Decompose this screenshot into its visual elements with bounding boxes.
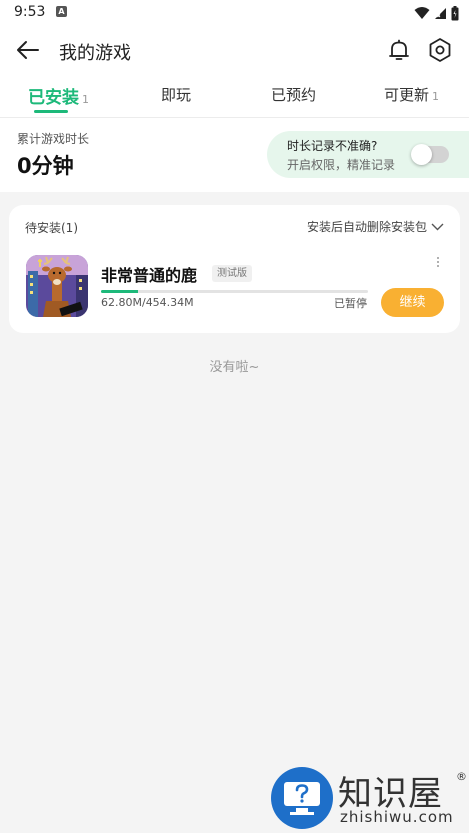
auto-delete-label: 安装后自动删除安装包 bbox=[306, 220, 427, 234]
pending-install-card: 待安装(1) 安装后自动删除安装包 非常普通的鹿 测试版 62.80M/454.… bbox=[9, 205, 460, 333]
notification-icon: A bbox=[56, 6, 67, 17]
back-button[interactable] bbox=[12, 36, 44, 64]
tab-bar: 已安装 1 即玩 已预约 可更新 1 bbox=[0, 78, 469, 118]
tab-label: 可更新 bbox=[384, 86, 430, 104]
settings-button[interactable] bbox=[425, 35, 455, 65]
download-progress-fill bbox=[101, 290, 138, 293]
tab-label: 已安装 bbox=[28, 88, 79, 108]
banner-subtitle: 开启权限，精准记录 bbox=[287, 158, 396, 172]
watermark-url: zhishiwu.com bbox=[340, 808, 454, 826]
watermark-logo bbox=[270, 766, 334, 830]
more-dot-icon bbox=[437, 257, 439, 259]
deer-game-icon bbox=[26, 255, 88, 317]
more-options-button[interactable] bbox=[433, 253, 443, 271]
tab-updatable[interactable]: 可更新 1 bbox=[384, 84, 439, 105]
app-header: 我的游戏 bbox=[0, 28, 469, 72]
tab-active-indicator bbox=[34, 110, 68, 113]
signal-icon bbox=[435, 7, 446, 19]
tab-installed[interactable]: 已安装 1 bbox=[28, 83, 89, 108]
tab-count: 1 bbox=[432, 90, 440, 103]
settings-hex-icon bbox=[429, 38, 451, 62]
permission-toggle[interactable] bbox=[411, 144, 449, 165]
page-title: 我的游戏 bbox=[59, 43, 131, 64]
chevron-down-icon bbox=[431, 223, 444, 230]
watermark-question-icon bbox=[271, 767, 333, 829]
status-time: 9:53 bbox=[14, 4, 46, 20]
battery-icon bbox=[451, 5, 459, 20]
tab-instant-play[interactable]: 即玩 bbox=[161, 84, 191, 105]
download-status: 已暂停 bbox=[334, 297, 367, 310]
more-dot-icon bbox=[437, 261, 439, 263]
bell-icon bbox=[389, 39, 409, 60]
more-dot-icon bbox=[437, 265, 439, 267]
status-icons bbox=[414, 4, 459, 22]
tab-label: 已预约 bbox=[271, 86, 317, 104]
game-icon[interactable] bbox=[26, 255, 88, 317]
beta-badge: 测试版 bbox=[212, 265, 252, 282]
play-time-label: 累计游戏时长 bbox=[17, 132, 90, 146]
wifi-icon bbox=[414, 7, 430, 19]
continue-button[interactable]: 继续 bbox=[381, 288, 444, 317]
play-time-value: 0分钟 bbox=[17, 154, 74, 178]
back-arrow-icon bbox=[17, 41, 39, 59]
empty-list-text: 没有啦~ bbox=[209, 360, 260, 375]
permission-banner[interactable]: 时长记录不准确? 开启权限，精准记录 bbox=[267, 131, 469, 178]
tab-label: 即玩 bbox=[161, 86, 192, 104]
toggle-knob bbox=[411, 144, 432, 165]
download-progress-bar bbox=[101, 290, 368, 293]
tab-count: 1 bbox=[82, 93, 89, 106]
auto-delete-dropdown[interactable]: 安装后自动删除安装包 bbox=[307, 218, 444, 235]
banner-title: 时长记录不准确? bbox=[287, 139, 378, 153]
watermark-registered: ® bbox=[456, 770, 467, 783]
status-bar: 9:53 A bbox=[0, 0, 469, 26]
pending-install-label: 待安装(1) bbox=[25, 221, 78, 235]
tab-reserved[interactable]: 已预约 bbox=[271, 84, 316, 105]
download-size: 62.80M/454.34M bbox=[101, 296, 194, 309]
game-name: 非常普通的鹿 bbox=[101, 266, 198, 285]
notifications-button[interactable] bbox=[384, 35, 414, 65]
